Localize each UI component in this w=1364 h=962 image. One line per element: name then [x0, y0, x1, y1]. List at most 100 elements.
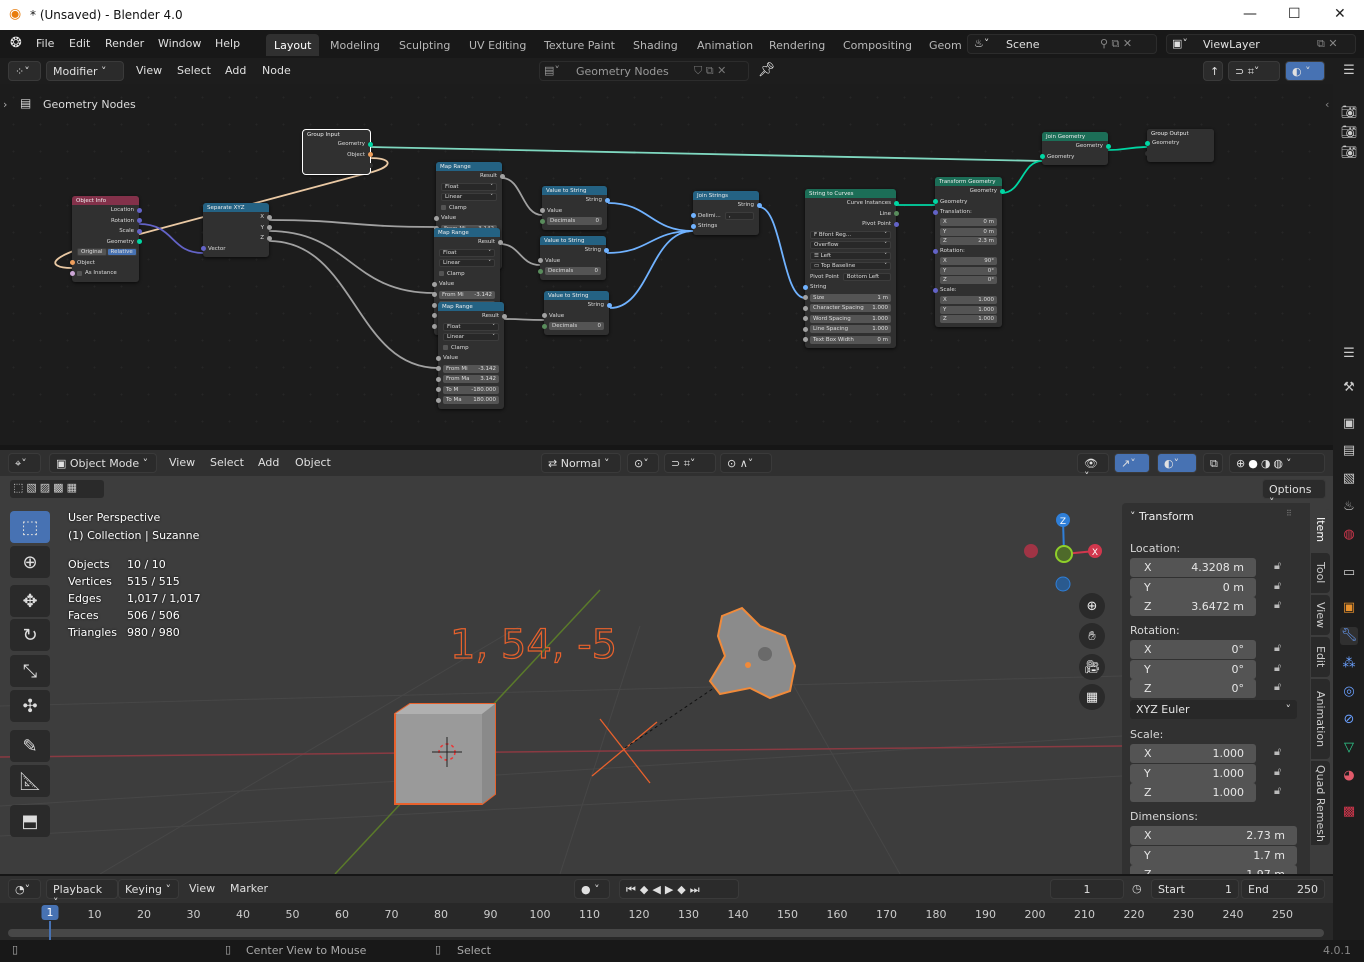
node-value-field[interactable]: From Ma 3.142: [443, 375, 499, 384]
node-dropdown[interactable]: Float ˅: [443, 322, 499, 331]
node-value-field[interactable]: Line Spacing 1.000: [810, 325, 891, 334]
render-icon[interactable]: 📷︎: [1340, 104, 1358, 122]
mode-dropdown[interactable]: ▣ Object Mode ˅: [49, 453, 157, 473]
checkbox[interactable]: [443, 345, 448, 351]
lock-icon[interactable]: 🔓︎: [1274, 680, 1281, 694]
input-socket[interactable]: [435, 355, 441, 361]
output-socket[interactable]: [501, 313, 507, 319]
menu-window[interactable]: Window: [158, 37, 201, 50]
menu-add[interactable]: Add: [225, 64, 246, 77]
scale-tool-icon[interactable]: ⤡: [10, 655, 50, 687]
node-value-field[interactable]: X 90°: [940, 257, 997, 266]
input-socket[interactable]: [435, 397, 441, 403]
sidebar-tab-view[interactable]: View: [1311, 595, 1330, 635]
output-socket[interactable]: [136, 218, 142, 224]
pivot-dropdown[interactable]: Bottom Left: [842, 272, 891, 281]
rotate-tool-icon[interactable]: ↻: [10, 619, 50, 651]
input-socket[interactable]: [435, 366, 441, 372]
output-socket[interactable]: [266, 235, 272, 241]
node-value-field[interactable]: From Mi -3.142: [439, 290, 495, 299]
node-join-strings[interactable]: Join Strings String Delimi..., Strings: [690, 191, 762, 235]
lock-icon[interactable]: 🔓︎: [1274, 765, 1281, 779]
transform-panel-header[interactable]: ˅ Transform: [1130, 510, 1194, 523]
maximize-button[interactable]: ☐: [1288, 6, 1301, 22]
output-socket[interactable]: [893, 221, 899, 227]
output-socket[interactable]: [606, 302, 612, 308]
tab-animation[interactable]: Animation: [689, 34, 761, 56]
node-value-field[interactable]: To Ma 180.000: [443, 396, 499, 405]
render-properties-icon[interactable]: ▣: [1340, 415, 1358, 433]
new-view-layer-icon[interactable]: ⧉ ✕: [1317, 37, 1338, 51]
input-socket[interactable]: [1144, 151, 1150, 157]
overlay-icon[interactable]: ◐ ˅: [1285, 61, 1325, 81]
input-socket[interactable]: [932, 199, 938, 205]
node-value-field[interactable]: Y 0 m: [940, 227, 997, 236]
lock-icon[interactable]: 🔓︎: [1274, 745, 1281, 759]
sidebar-tab-animation[interactable]: Animation: [1311, 679, 1330, 759]
node-value-to-string[interactable]: Value to String String Value Decimals 0: [539, 186, 610, 230]
move-tool-icon[interactable]: ✥: [10, 585, 50, 617]
rotation-x-field[interactable]: X 0°: [1130, 640, 1256, 659]
tab-geometry-nodes[interactable]: Geom: [921, 34, 961, 56]
material-icon[interactable]: ◕: [1340, 767, 1358, 785]
menu-help[interactable]: Help: [215, 37, 240, 50]
node-value-field[interactable]: Character Spacing 1.000: [810, 304, 891, 313]
blender-menu-icon[interactable]: ❂: [10, 35, 22, 51]
lock-icon[interactable]: 🔓︎: [1274, 579, 1281, 593]
input-socket[interactable]: [802, 316, 808, 322]
checkbox[interactable]: [77, 270, 82, 276]
timeline-scrollbar[interactable]: [8, 929, 1324, 937]
output-socket[interactable]: [136, 207, 142, 213]
select-box-tool-icon[interactable]: ⬚: [10, 511, 50, 543]
menu-marker[interactable]: Marker: [230, 882, 268, 895]
node-value-field[interactable]: Z 2.3 m: [940, 237, 997, 246]
tab-texture-paint[interactable]: Texture Paint: [536, 34, 623, 56]
sidebar-tab-quad-remesh[interactable]: Quad Remesh: [1311, 761, 1330, 845]
current-frame-field[interactable]: 1: [1050, 879, 1124, 899]
sidebar-tab-item[interactable]: Item: [1311, 509, 1330, 551]
suzanne-object[interactable]: [708, 606, 797, 700]
clock-icon[interactable]: ◷: [1132, 882, 1142, 895]
shading-mode-buttons[interactable]: ⊕●◑◍˅: [1229, 453, 1325, 473]
node-header[interactable]: Value to String: [542, 186, 607, 195]
input-socket[interactable]: [435, 387, 441, 393]
menu-select[interactable]: Select: [177, 64, 211, 77]
input-socket[interactable]: [69, 270, 75, 276]
checkbox[interactable]: [441, 205, 446, 211]
dimensions-x-field[interactable]: X 2.73 m: [1130, 826, 1297, 845]
node-dropdown[interactable]: Overflow ˅: [810, 241, 891, 250]
tab-rendering[interactable]: Rendering: [761, 34, 833, 56]
location-y-field[interactable]: Y 0 m: [1130, 577, 1256, 597]
xray-icon[interactable]: ⧉: [1203, 453, 1223, 473]
3d-viewport[interactable]: 1, 54, -5 ⬚▧▨▩▦ Options ˅ ⬚ ⊕ ✥ ↻ ⤡ ✣ ✎ …: [0, 476, 1333, 874]
output-socket[interactable]: [367, 162, 373, 168]
input-socket[interactable]: [802, 326, 808, 332]
input-socket[interactable]: [802, 295, 808, 301]
node-header[interactable]: Value to String: [544, 291, 609, 300]
node-value-field[interactable]: Z 1.000: [940, 315, 997, 324]
node-header[interactable]: Separate XYZ: [203, 203, 269, 212]
texture-icon[interactable]: ▩: [1340, 803, 1358, 821]
node-header[interactable]: Group Input: [303, 130, 370, 139]
data-icon[interactable]: ▽: [1340, 739, 1358, 757]
pivot-point-icon[interactable]: ⊙˅: [627, 453, 659, 473]
output-socket[interactable]: [1105, 143, 1111, 149]
view-layer-icon[interactable]: 📷︎: [1340, 144, 1358, 162]
zoom-icon[interactable]: ⊕: [1079, 593, 1105, 619]
input-socket[interactable]: [431, 281, 437, 287]
node-value-field[interactable]: X 0 m: [940, 218, 997, 227]
node-dropdown[interactable]: Float ˅: [439, 248, 495, 257]
output-socket[interactable]: [367, 152, 373, 158]
node-value-field[interactable]: Decimals 0: [547, 217, 602, 226]
node-header[interactable]: Object Info: [72, 196, 139, 205]
node-map-range[interactable]: Map Range Result Float ˅ Linear ˅ Clamp Value Fr…: [435, 302, 507, 409]
input-socket[interactable]: [1039, 154, 1045, 160]
output-icon[interactable]: 📷︎: [1340, 124, 1358, 142]
add-cube-tool-icon[interactable]: ⬒: [10, 805, 50, 837]
output-socket[interactable]: [266, 225, 272, 231]
menu-add[interactable]: Add: [258, 456, 279, 469]
menu-object[interactable]: Object: [295, 456, 331, 469]
editor-type-3d-icon[interactable]: ⌖˅: [8, 453, 41, 473]
input-socket[interactable]: [541, 323, 547, 329]
particles-icon[interactable]: ⁂: [1340, 655, 1358, 673]
